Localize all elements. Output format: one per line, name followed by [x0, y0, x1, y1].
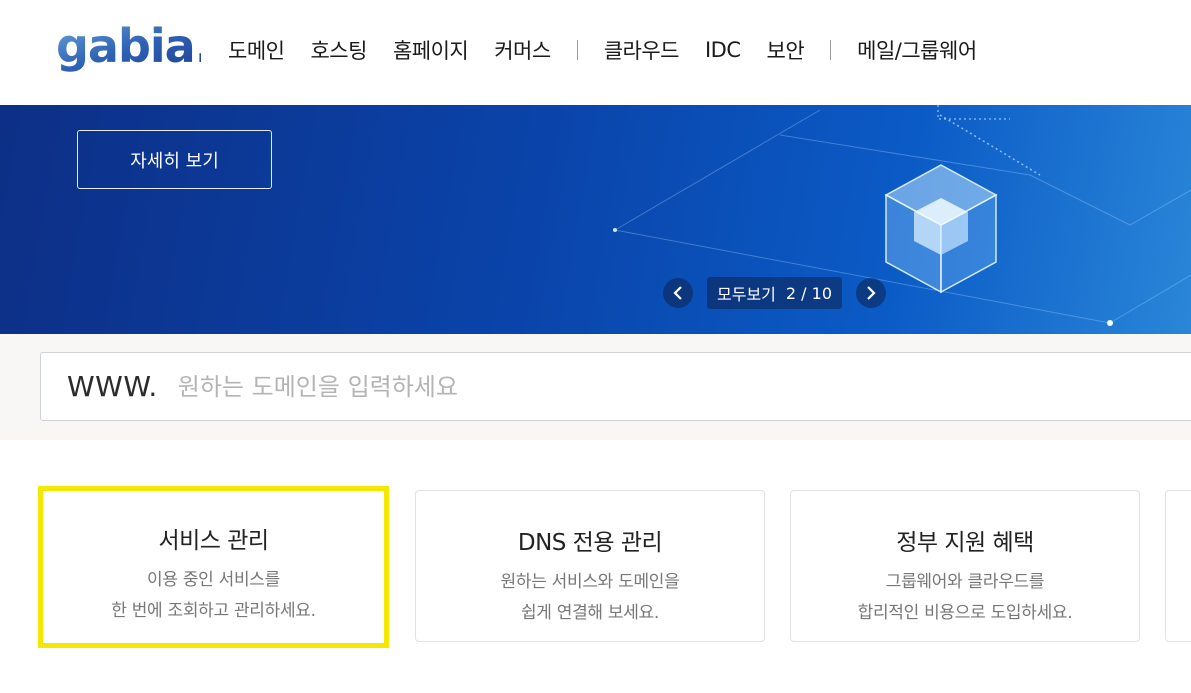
card-desc-line: 그룹웨어와 클라우드를: [885, 572, 1045, 592]
nav-homepage[interactable]: 홈페이지: [393, 35, 469, 65]
government-support-card[interactable]: 정부 지원 혜택 그룹웨어와 클라우드를 합리적인 비용으로 도입하세요.: [790, 490, 1140, 642]
nav-security[interactable]: 보안: [767, 35, 805, 65]
detail-button[interactable]: 자세히 보기: [77, 130, 272, 189]
nav-cloud[interactable]: 클라우드: [604, 35, 680, 65]
slide-counter: 2 / 10: [785, 283, 832, 303]
nav-divider: [830, 40, 832, 60]
card-description: 이용 중인 서비스를 한 번에 조회하고 관리하세요.: [43, 565, 384, 627]
chevron-left-icon: [673, 286, 682, 300]
card-desc-line: 이용 중인 서비스를: [147, 570, 280, 590]
gabia-logo[interactable]: gabia.: [56, 14, 201, 80]
chevron-right-icon: [867, 286, 876, 300]
nav-commerce[interactable]: 커머스: [494, 35, 551, 65]
card-description: 원하는 서비스와 도메인을 쉽게 연결해 보세요.: [416, 567, 764, 629]
nav-divider: [576, 40, 578, 60]
nav-domain[interactable]: 도메인: [228, 35, 285, 65]
hero-banner: 자세히 보기 모두보기 2 / 10: [0, 105, 1191, 334]
main-nav: 도메인 호스팅 홈페이지 커머스 클라우드 IDC 보안 메일/그룹웨어: [228, 30, 1003, 70]
card-title: DNS 전용 관리: [517, 530, 663, 556]
dns-management-card[interactable]: DNS 전용 관리 원하는 서비스와 도메인을 쉽게 연결해 보세요.: [415, 490, 765, 642]
domain-search-box: WWW.: [40, 352, 1191, 421]
next-card-partial[interactable]: [1165, 490, 1191, 642]
nav-hosting[interactable]: 호스팅: [310, 35, 367, 65]
card-desc-line: 원하는 서비스와 도메인을: [500, 572, 680, 592]
banner-pager: 모두보기 2 / 10: [663, 277, 886, 309]
card-title: 정부 지원 혜택: [896, 530, 1034, 556]
nav-idc[interactable]: IDC: [705, 38, 741, 62]
domain-search-section: WWW.: [0, 334, 1191, 440]
next-slide-button[interactable]: [856, 278, 886, 308]
nav-mail-groupware[interactable]: 메일/그룹웨어: [857, 35, 977, 65]
card-desc-line: 한 번에 조회하고 관리하세요.: [111, 601, 316, 621]
site-header: gabia. 도메인 호스팅 홈페이지 커머스 클라우드 IDC 보안 메일/그…: [0, 0, 1191, 105]
www-prefix: WWW.: [67, 370, 158, 403]
card-desc-line: 합리적인 비용으로 도입하세요.: [857, 603, 1073, 623]
card-description: 그룹웨어와 클라우드를 합리적인 비용으로 도입하세요.: [791, 567, 1139, 629]
service-management-card[interactable]: 서비스 관리 이용 중인 서비스를 한 번에 조회하고 관리하세요.: [38, 486, 389, 648]
view-all-button[interactable]: 모두보기 2 / 10: [707, 277, 842, 309]
prev-slide-button[interactable]: [663, 278, 693, 308]
view-all-label: 모두보기: [717, 285, 776, 304]
card-desc-line: 쉽게 연결해 보세요.: [520, 603, 660, 623]
svg-text:gabia.: gabia.: [56, 19, 201, 73]
card-title: 서비스 관리: [158, 528, 269, 554]
domain-search-input[interactable]: [177, 372, 978, 401]
